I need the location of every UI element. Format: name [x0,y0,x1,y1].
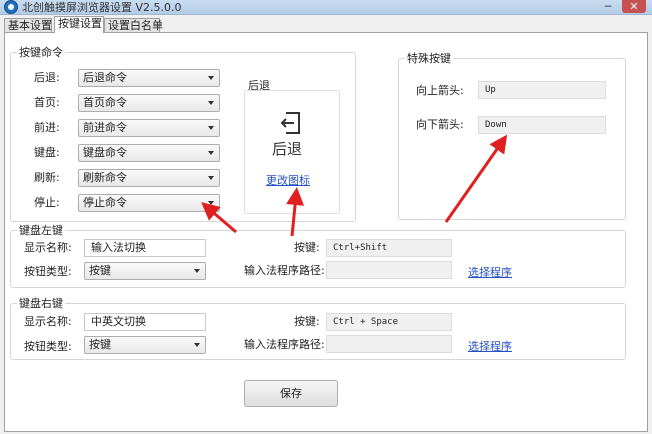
right-key-label: 按键: [294,315,320,328]
home-label: 首页: [34,96,60,109]
home-command-value: 首页命令 [83,96,127,109]
right-button-type-label: 按钮类型: [24,340,72,353]
forward-command-select[interactable]: 前进命令 [78,119,220,137]
keyboard-label: 键盘: [34,146,60,159]
right-display-name-label: 显示名称: [24,315,72,328]
up-arrow-key-field[interactable]: Up [478,81,606,99]
title-bar: 北创触摸屏浏览器设置 V2.5.0.0 ─ ✕ [0,0,652,15]
keyboard-left-legend: 键盘左键 [17,224,65,237]
right-display-name-input[interactable]: 中英文切换 [84,313,206,331]
left-button-type-select[interactable]: 按键 [84,262,206,280]
key-commands-legend: 按键命令 [17,46,65,59]
forward-label: 前进: [34,121,60,134]
tab-key-settings[interactable]: 按键设置 [54,16,104,33]
left-button-type-value: 按键 [89,264,111,277]
change-icon-link[interactable]: 更改图标 [266,172,310,188]
chevron-down-icon [208,201,214,205]
left-path-label: 输入法程序路径: [244,264,325,277]
right-select-program-link[interactable]: 选择程序 [468,338,512,354]
home-command-select[interactable]: 首页命令 [78,94,220,112]
back-arrow-icon [280,112,300,134]
left-select-program-link[interactable]: 选择程序 [468,264,512,280]
window-title: 北创触摸屏浏览器设置 V2.5.0.0 [22,1,182,14]
tab-basic-settings[interactable]: 基本设置 [4,18,52,32]
left-display-name-input[interactable]: 输入法切换 [84,239,206,257]
stop-command-select[interactable]: 停止命令 [78,194,220,212]
refresh-label: 刷新: [34,171,60,184]
special-keys-legend: 特殊按键 [405,52,453,65]
chevron-down-icon [208,126,214,130]
app-icon [4,0,18,14]
chevron-down-icon [194,269,200,273]
chevron-down-icon [208,76,214,80]
down-arrow-key-field[interactable]: Down [478,116,606,134]
left-key-field[interactable]: Ctrl+Shift [326,239,452,257]
up-arrow-label: 向上箭头: [416,84,464,97]
keyboard-command-select[interactable]: 键盘命令 [78,144,220,162]
right-path-field[interactable] [326,335,452,353]
save-button[interactable]: 保存 [244,380,338,407]
preview-caption: 后退 [272,140,303,158]
refresh-command-value: 刷新命令 [83,171,127,184]
keyboard-command-value: 键盘命令 [83,146,127,159]
chevron-down-icon [194,343,200,347]
stop-label: 停止: [34,196,60,209]
left-path-field[interactable] [326,261,452,279]
keyboard-right-legend: 键盘右键 [17,297,65,310]
chevron-down-icon [208,101,214,105]
right-button-type-select[interactable]: 按键 [84,336,206,354]
chevron-down-icon [208,176,214,180]
left-button-type-label: 按钮类型: [24,265,72,278]
right-path-label: 输入法程序路径: [244,338,325,351]
back-command-select[interactable]: 后退命令 [78,69,220,87]
tab-whitelist[interactable]: 设置白名单 [104,18,163,32]
minimize-button[interactable]: ─ [596,0,620,13]
back-label: 后退: [34,71,60,84]
down-arrow-label: 向下箭头: [416,118,464,131]
back-command-value: 后退命令 [83,71,127,84]
stop-command-value: 停止命令 [83,196,127,209]
close-button[interactable]: ✕ [622,0,646,13]
right-button-type-value: 按键 [89,338,111,351]
left-display-name-label: 显示名称: [24,241,72,254]
left-key-label: 按键: [294,241,320,254]
chevron-down-icon [208,151,214,155]
refresh-command-select[interactable]: 刷新命令 [78,169,220,187]
forward-command-value: 前进命令 [83,121,127,134]
right-key-field[interactable]: Ctrl + Space [326,313,452,331]
